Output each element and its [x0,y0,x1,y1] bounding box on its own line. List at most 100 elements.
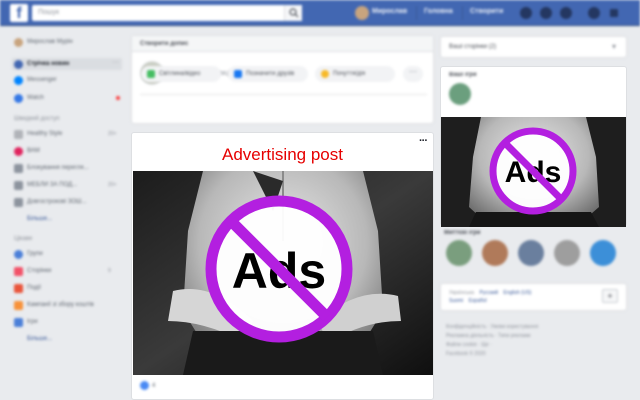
instant-game-icon[interactable] [446,240,472,266]
sidebar-item-label: Мирослав Мурін [27,39,73,45]
sidebar-item-label: Ігри [27,319,38,325]
advertising-post: Advertising post ··· Ads [131,132,434,400]
group-icon [14,180,23,190]
facebook-logo[interactable]: f [10,4,28,22]
sidebar-item-games[interactable]: Ігри [14,316,124,328]
reactions-summary[interactable]: 4 [140,381,155,390]
sidebar-item-watch[interactable]: Watch [14,92,124,104]
search-input[interactable]: Пошук [32,5,302,21]
your-pages-dropdown[interactable]: Ваші сторінки (2) ▾ [440,36,627,58]
news-feed-icon [14,59,23,69]
footer-line[interactable]: Файли cookie · Ще · [446,341,626,350]
your-games-card: Ваші ігри Ads [440,66,627,227]
notification-dot [116,96,120,100]
footer-line[interactable]: Конфіденційність · Умови користування [446,323,626,332]
see-more-explore-link[interactable]: Більше... [14,333,124,345]
language-link[interactable]: Español [469,298,487,304]
instant-game-icon[interactable] [590,240,616,266]
tag-friends-icon [234,70,242,78]
add-language-button[interactable]: + [602,289,618,303]
home-link[interactable]: Головна [424,8,453,15]
shortcuts-heading: Швидкий доступ [14,116,60,122]
sidebar-item-fundraisers[interactable]: Кампанії зі збору коштів [14,299,124,311]
instant-game-icon[interactable] [554,240,580,266]
copyright: Facebook © 2020 [446,351,486,357]
sidebar-item-label: Групи [27,251,43,257]
instant-game-icon[interactable] [482,240,508,266]
divider [462,6,463,20]
button-label: Почуття/дія [333,71,366,77]
see-more-shortcuts-link[interactable]: Більше... [14,213,124,225]
flag-icon [14,266,23,276]
messenger-icon [14,75,23,85]
tag-friends-button[interactable]: Позначити друзів [228,66,308,82]
search-button[interactable] [284,5,302,21]
shortcut-label: МЕБЛИ ЗА ПОД... [27,182,78,188]
shortcut-label: Healthy Style [27,131,63,137]
group-icon [14,129,23,139]
post-title: Advertising post [222,145,343,164]
game-icon[interactable] [449,83,471,105]
photo-icon [147,70,155,78]
reaction-count: 4 [152,382,156,389]
sidebar-item-label: Події [27,285,42,291]
groups-icon [14,249,23,259]
feeling-activity-button[interactable]: Почуття/дія [315,66,395,82]
divider [140,94,427,95]
sidebar-item-label: Кампанії зі збору коштів [27,302,94,308]
fundraiser-icon [14,300,23,310]
footer-links: Конфіденційність · Умови користування Ре… [446,323,626,359]
pages-count: 9 [108,268,111,274]
current-language: Українська [449,290,475,296]
like-icon [140,381,149,390]
more-options-icon[interactable]: ··· [112,59,119,66]
notifications-icon[interactable] [560,7,572,19]
group-icon [14,197,23,207]
divider [416,6,417,20]
shortcut-count: 20+ [108,131,117,137]
instant-games-section: Миттєві ігри [440,230,627,276]
more-actions-button[interactable]: ··· [403,66,423,82]
sidebar-item-messenger[interactable]: Messenger [14,74,124,86]
footer-line[interactable]: Рекламна діяльність · Типи реклами [446,332,626,341]
section-title: Миттєві ігри [444,230,481,236]
sidebar-item-events[interactable]: Події [14,282,124,294]
no-ads-image: Ads [133,171,433,375]
sidebar-item-label: Messenger [27,77,57,83]
shortcut-label: Блокування перегля... [27,165,89,171]
search-icon [289,8,299,18]
sidebar-item-news-feed[interactable]: Стрічка новин [12,58,122,70]
photo-video-button[interactable]: Світлина/відео [141,66,221,82]
messenger-icon[interactable] [540,7,552,19]
feeling-icon [321,70,329,78]
profile-link[interactable]: Мирослав [372,8,407,15]
language-link[interactable]: English (US) [503,290,531,296]
help-icon[interactable] [588,7,600,19]
language-link[interactable]: Русский [479,290,498,296]
shortcut-item[interactable]: Довгострокові ЗОШ... [14,196,124,208]
calendar-icon [14,283,23,293]
page-icon [14,146,23,156]
post-options-button[interactable]: ··· [419,135,428,147]
watch-icon [14,93,23,103]
account-menu-icon[interactable] [610,9,618,17]
shortcut-label: Довгострокові ЗОШ... [27,199,87,205]
profile-avatar[interactable] [355,6,369,20]
button-label: Позначити друзів [246,71,295,77]
shortcut-item[interactable]: Блокування перегля... [14,162,124,174]
card-title: Ваші ігри [449,72,477,78]
sidebar-profile[interactable]: Мирослав Мурін [14,36,124,48]
left-sidebar: Мирослав Мурін Стрічка новин ··· Messeng… [0,26,128,400]
sidebar-item-label: Watch [27,95,44,101]
friend-requests-icon[interactable] [520,7,532,19]
language-link[interactable]: Suomi [449,298,463,304]
instant-game-icon[interactable] [518,240,544,266]
sidebar-item-groups[interactable]: Групи [14,248,124,260]
games-icon [14,317,23,327]
language-selector: Українська Русский English (US) Suomi Es… [440,283,627,311]
explore-heading: Цікаве [14,236,33,242]
shortcut-item[interactable]: ВАМ [14,145,124,157]
create-link[interactable]: Створити [470,8,503,15]
top-navigation-bar: f Пошук Мирослав Головна Створити [0,0,640,26]
composer-header: Створити допис [132,36,433,52]
